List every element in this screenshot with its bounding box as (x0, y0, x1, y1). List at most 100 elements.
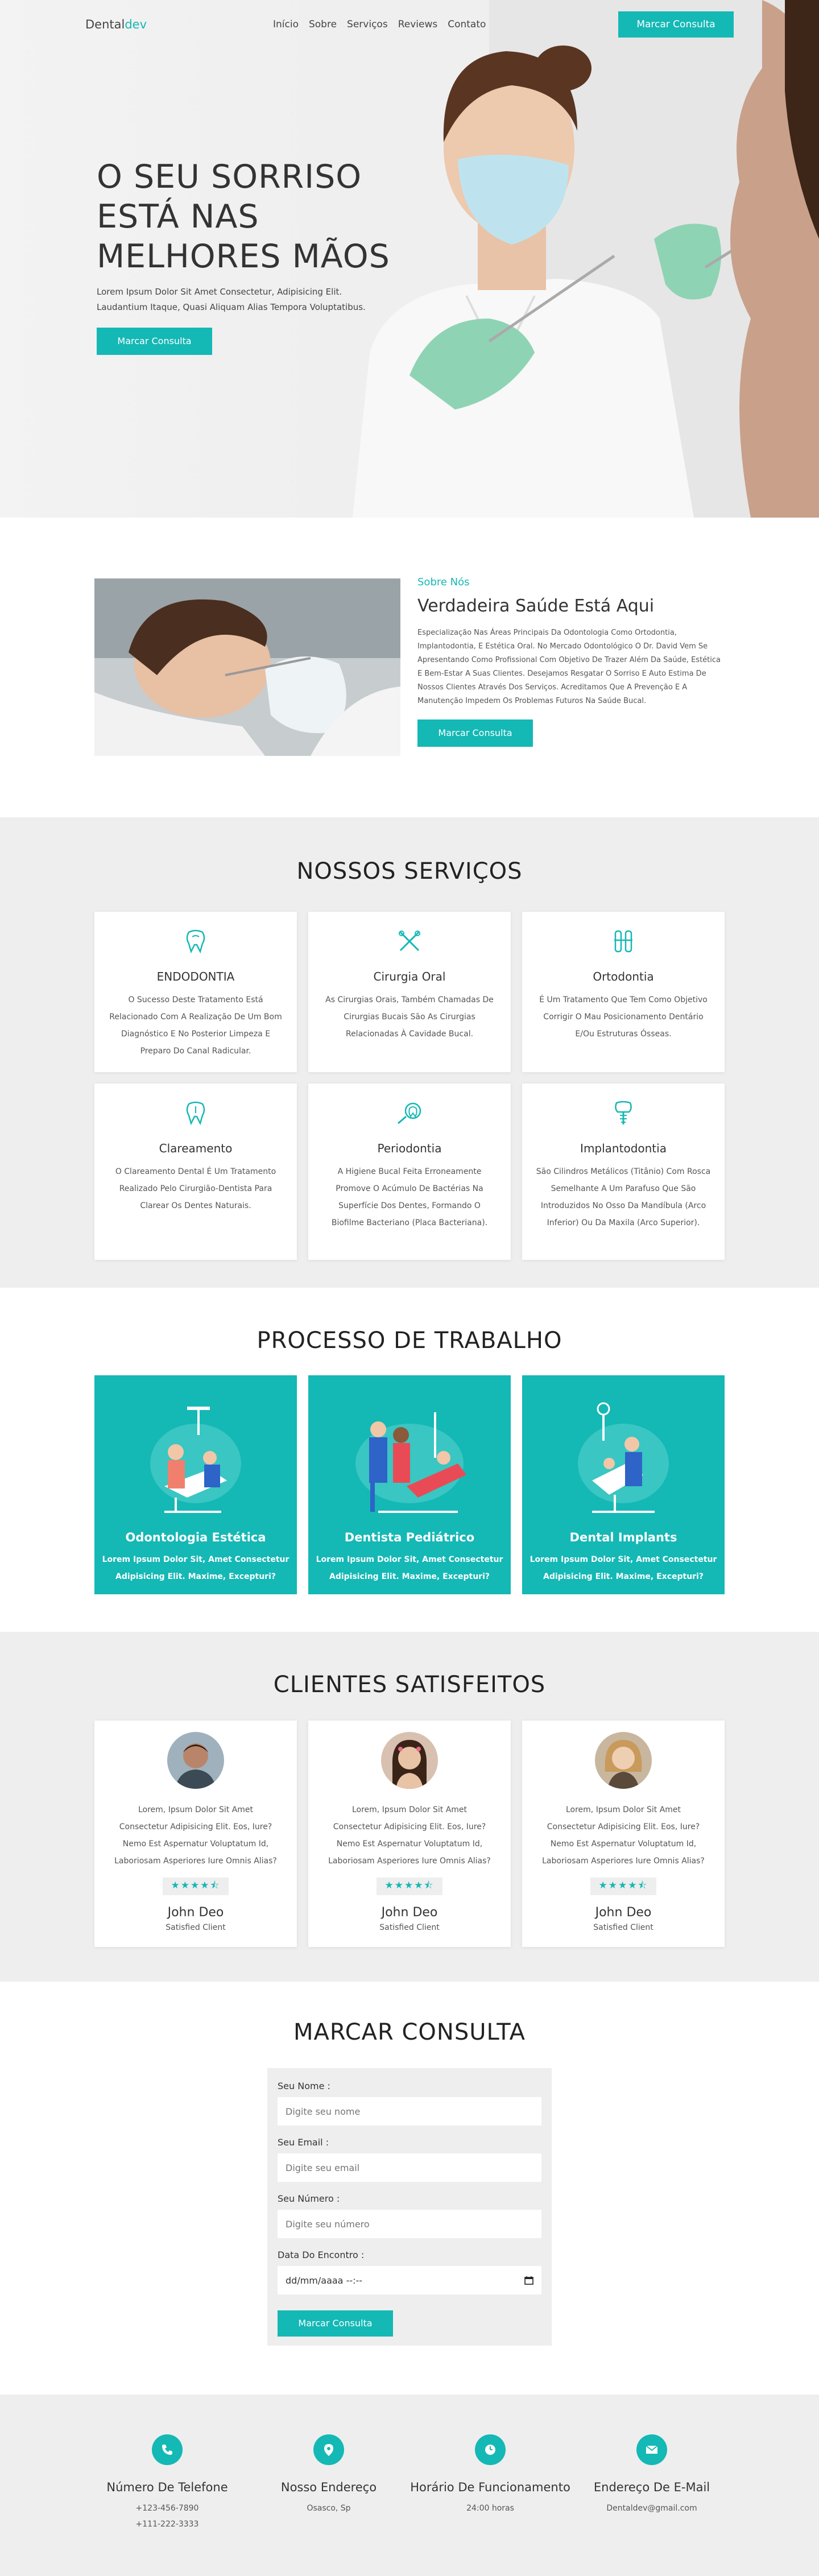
location-pin-icon (313, 2434, 344, 2465)
rating-stars: ★★★★⯪ (377, 1878, 442, 1895)
dental-implants-illustration (522, 1375, 725, 1515)
footer-line: 24:00 horas (466, 2504, 514, 2513)
clients-grid: Lorem, Ipsum Dolor Sit Amet Consectetur … (94, 1721, 725, 1947)
process-desc: Lorem Ipsum Dolor Sit, Amet Consectetur … (102, 1555, 289, 1581)
phone-label: Seu Número : (278, 2193, 340, 2204)
clock-icon (475, 2434, 506, 2465)
hero-title-line: O SEU SORRISO (97, 158, 362, 196)
phone-icon (152, 2434, 183, 2465)
booking-title: MARCAR CONSULTA (293, 2019, 526, 2045)
process-card-pediatrico[interactable]: Dentista Pediátrico Lorem Ipsum Dolor Si… (308, 1375, 511, 1594)
submit-booking-button[interactable]: Marcar Consulta (278, 2310, 393, 2337)
services-grid: ENDODONTIA O Sucesso Deste Tratamento Es… (94, 912, 725, 1260)
about-book-button[interactable]: Marcar Consulta (417, 720, 533, 747)
email-input[interactable] (278, 2153, 541, 2182)
hero-section: O SEU SORRISO ESTÁ NAS MELHORES MÃOS Lor… (0, 0, 819, 518)
service-card-implantodontia[interactable]: Implantodontia São Cilindros Metálicos (… (522, 1084, 725, 1260)
name-input[interactable] (278, 2097, 541, 2126)
date-input[interactable]: dd/mm/aaaa --:-- (278, 2266, 541, 2294)
client-role: Satisfied Client (593, 1923, 653, 1932)
service-desc: O Clareamento Dental É Um Tratamento Rea… (115, 1167, 276, 1210)
service-card-periodontia[interactable]: Periodontia A Higiene Bucal Feita Errone… (308, 1084, 511, 1260)
service-name: Periodontia (377, 1142, 442, 1155)
nav-link-contato[interactable]: Contato (448, 19, 486, 30)
process-desc: Lorem Ipsum Dolor Sit, Amet Consectetur … (530, 1555, 717, 1581)
footer-line: +111-222-3333 (135, 2520, 199, 2529)
service-name: Clareamento (159, 1142, 233, 1155)
pediatric-dentist-illustration (308, 1375, 511, 1515)
process-section: PROCESSO DE TRABALHO Odontologia Estétic… (0, 1288, 819, 1632)
footer-line: Dentaldev@gmail.com (606, 2504, 697, 2513)
testimonial-quote: Lorem, Ipsum Dolor Sit Amet Consectetur … (114, 1805, 277, 1866)
service-name: Ortodontia (593, 970, 654, 983)
testimonial-card: Lorem, Ipsum Dolor Sit Amet Consectetur … (308, 1721, 511, 1947)
footer-line: +123-456-7890 (135, 2504, 199, 2513)
service-desc: A Higiene Bucal Feita Erroneamente Promo… (331, 1167, 488, 1227)
about-title: Verdadeira Saúde Está Aqui (417, 596, 655, 616)
client-name: John Deo (595, 1905, 652, 1920)
implant-icon (536, 1101, 711, 1126)
client-name: John Deo (381, 1905, 438, 1920)
logo[interactable]: Dentaldev (85, 18, 273, 31)
process-desc: Lorem Ipsum Dolor Sit, Amet Consectetur … (316, 1555, 503, 1581)
gum-icon (322, 1101, 497, 1126)
service-desc: O Sucesso Deste Tratamento Está Relacion… (109, 995, 282, 1056)
nav-link-servicos[interactable]: Serviços (347, 19, 388, 30)
about-section: Sobre Nós Verdadeira Saúde Está Aqui Esp… (0, 518, 819, 817)
contact-footer: Número De Telefone +123-456-7890 +111-22… (0, 2395, 819, 2576)
testimonial-card: Lorem, Ipsum Dolor Sit Amet Consectetur … (94, 1721, 297, 1947)
service-card-endodontia[interactable]: ENDODONTIA O Sucesso Deste Tratamento Es… (94, 912, 297, 1072)
client-role: Satisfied Client (166, 1923, 226, 1932)
braces-icon (536, 929, 711, 954)
footer-title: Número De Telefone (106, 2480, 228, 2494)
client-role: Satisfied Client (379, 1923, 440, 1932)
testimonial-card: Lorem, Ipsum Dolor Sit Amet Consectetur … (522, 1721, 725, 1947)
email-label: Seu Email : (278, 2137, 329, 2148)
service-desc: São Cilindros Metálicos (Titânio) Com Ro… (536, 1167, 711, 1227)
hero-book-button[interactable]: Marcar Consulta (97, 328, 212, 355)
about-description: Especialização Nas Áreas Principais Da O… (417, 629, 721, 705)
service-desc: As Cirurgias Orais, Também Chamadas De C… (325, 995, 494, 1039)
phone-input[interactable] (278, 2210, 541, 2238)
process-name: Dental Implants (569, 1531, 677, 1544)
client-name: John Deo (167, 1905, 224, 1920)
tooth-root-icon (108, 929, 283, 954)
process-title: PROCESSO DE TRABALHO (257, 1328, 562, 1354)
process-card-implants[interactable]: Dental Implants Lorem Ipsum Dolor Sit, A… (522, 1375, 725, 1594)
footer-title: Horário De Funcionamento (410, 2480, 570, 2494)
date-placeholder: dd/mm/aaaa --:-- (286, 2275, 363, 2286)
booking-section: MARCAR CONSULTA Seu Nome : Seu Email : S… (0, 1982, 819, 2395)
service-card-cirurgia-oral[interactable]: Cirurgia Oral As Cirurgias Orais, Também… (308, 912, 511, 1072)
about-patient-image (94, 578, 400, 756)
logo-accent-text: dev (125, 18, 147, 31)
clients-section: CLIENTES SATISFEITOS Lorem, Ipsum Dolor … (0, 1632, 819, 1982)
avatar (167, 1732, 224, 1789)
service-name: Cirurgia Oral (373, 970, 446, 983)
footer-col-address: Nosso Endereço Osasco, Sp (248, 2434, 410, 2576)
logo-text: Dental (85, 18, 125, 31)
envelope-icon (636, 2434, 667, 2465)
services-title: NOSSOS SERVIÇOS (296, 858, 523, 884)
date-label: Data Do Encontro : (278, 2250, 365, 2260)
rating-stars: ★★★★⯪ (590, 1878, 656, 1895)
hero-title: O SEU SORRISO ESTÁ NAS MELHORES MÃOS (97, 157, 415, 276)
nav-link-sobre[interactable]: Sobre (309, 19, 337, 30)
nav-link-inicio[interactable]: Início (273, 19, 299, 30)
calendar-icon[interactable] (524, 2276, 533, 2285)
service-card-ortodontia[interactable]: Ortodontia É Um Tratamento Que Tem Como … (522, 912, 725, 1072)
footer-title: Nosso Endereço (280, 2480, 377, 2494)
hero-title-line: MELHORES MÃOS (97, 238, 390, 275)
service-card-clareamento[interactable]: Clareamento O Clareamento Dental É Um Tr… (94, 1084, 297, 1260)
header-book-button[interactable]: Marcar Consulta (618, 11, 734, 38)
footer-col-phone: Número De Telefone +123-456-7890 +111-22… (86, 2434, 248, 2576)
process-name: Dentista Pediátrico (344, 1531, 475, 1544)
dental-chair-illustration (94, 1375, 297, 1515)
clients-title: CLIENTES SATISFEITOS (273, 1672, 546, 1698)
nav-link-reviews[interactable]: Reviews (398, 19, 438, 30)
testimonial-quote: Lorem, Ipsum Dolor Sit Amet Consectetur … (328, 1805, 491, 1866)
hero-subtitle: Lorem Ipsum Dolor Sit Amet Consectetur, … (97, 287, 366, 312)
booking-form: Seu Nome : Seu Email : Seu Número : Data… (267, 2068, 552, 2346)
testimonial-quote: Lorem, Ipsum Dolor Sit Amet Consectetur … (542, 1805, 705, 1866)
avatar (595, 1732, 652, 1789)
process-card-estetica[interactable]: Odontologia Estética Lorem Ipsum Dolor S… (94, 1375, 297, 1594)
